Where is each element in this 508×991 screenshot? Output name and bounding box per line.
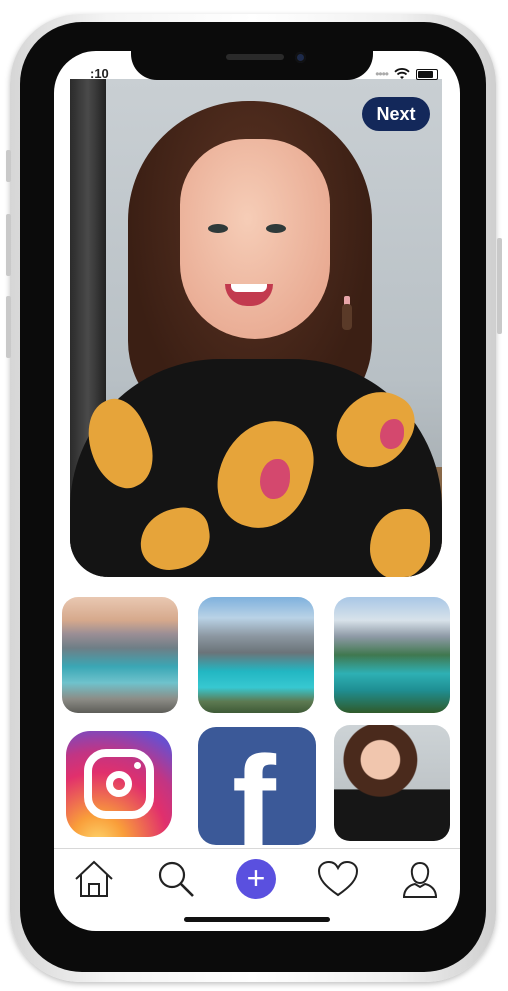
status-time: :10 xyxy=(90,66,109,81)
heart-icon xyxy=(317,860,359,897)
front-camera xyxy=(295,52,306,63)
tab-search[interactable] xyxy=(154,857,198,901)
lake-sunset-thumbnail[interactable] xyxy=(62,597,178,713)
tabbar-divider xyxy=(54,848,460,849)
tab-profile[interactable] xyxy=(398,857,442,901)
forest-lake-thumbnail[interactable] xyxy=(334,597,450,713)
portrait-thumbnail[interactable] xyxy=(334,725,450,841)
instagram-flash-dot xyxy=(134,762,141,769)
facebook-icon[interactable]: f xyxy=(198,727,316,845)
selected-photo-preview[interactable] xyxy=(70,79,442,577)
home-icon xyxy=(75,860,113,897)
instagram-lens xyxy=(106,771,132,797)
tab-home[interactable] xyxy=(72,857,116,901)
earpiece-speaker xyxy=(226,54,284,60)
home-indicator[interactable] xyxy=(184,917,330,922)
battery-icon xyxy=(416,68,438,80)
signal-icon: •••• xyxy=(375,67,389,81)
status-icons: •••• xyxy=(375,67,438,81)
tab-create[interactable]: + xyxy=(234,857,278,901)
turquoise-lake-thumbnail[interactable] xyxy=(198,597,314,713)
profile-icon xyxy=(402,861,438,898)
tab-activity[interactable] xyxy=(316,857,360,901)
power-button xyxy=(497,238,502,334)
photo-face xyxy=(180,139,330,339)
search-icon xyxy=(158,861,194,897)
photo-earring xyxy=(342,304,352,330)
wifi-icon xyxy=(394,68,410,79)
plus-icon: + xyxy=(236,859,276,899)
photo-shirt xyxy=(70,359,442,577)
instagram-icon[interactable] xyxy=(66,731,172,837)
facebook-f-glyph: f xyxy=(232,729,276,846)
silent-switch xyxy=(6,150,11,182)
app-screen: :10 •••• Next f + xyxy=(54,51,460,931)
next-button[interactable]: Next xyxy=(362,97,430,131)
instagram-camera-outline xyxy=(84,749,154,819)
volume-up-button xyxy=(6,214,11,276)
volume-down-button xyxy=(6,296,11,358)
